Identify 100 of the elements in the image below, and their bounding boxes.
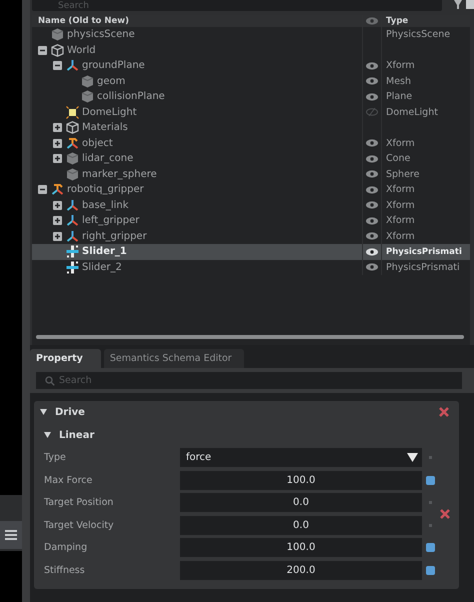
tree-row[interactable]: marker_sphere Sphere [32,166,470,182]
cube-icon [66,152,79,166]
expand-toggle-icon[interactable] [53,154,62,164]
tree-item-label: object [82,138,113,149]
eye-icon[interactable] [366,186,378,194]
changed-indicator[interactable] [426,566,434,575]
property-label: Target Position [44,497,114,508]
type-label: Xform [386,215,415,226]
eye-icon[interactable] [366,248,378,256]
tree-row[interactable]: geom Mesh [32,74,470,89]
axes-icon [66,230,79,243]
cube-outline-icon [51,44,64,57]
expand-toggle-icon[interactable] [38,185,47,194]
tree-item-label: physicsScene [67,29,135,40]
axes-icon [66,59,79,72]
cube-outline-icon [66,121,79,134]
remove-icon[interactable] [439,407,449,417]
expand-toggle-icon[interactable] [53,216,62,226]
slider-joint-icon [66,245,79,258]
axes-icon [66,214,79,228]
tree-item-label: Slider_2 [82,262,122,273]
type-dropdown[interactable]: force [180,448,422,468]
dropdown-arrow-icon [407,453,418,462]
search-placeholder: Search [59,375,92,386]
tree-item-label: Slider_1 [82,246,127,258]
cube-icon [81,74,94,88]
type-label: Xform [386,200,415,211]
tree-item-label: marker_sphere [82,168,157,180]
column-header[interactable]: Name (Old to New) [32,15,363,27]
axes-icon [66,198,79,212]
tree-row[interactable]: Materials [32,120,470,136]
type-label: Xform [386,60,415,72]
tree-item-label: DomeLight [82,106,137,118]
number-field[interactable]: 100.0 [180,470,422,490]
tree-item-label: Materials [82,122,128,134]
eye-icon[interactable] [366,92,378,101]
tab[interactable]: Semantics Schema Editor [104,349,244,368]
tree-row[interactable]: lidar_cone Cone [32,151,470,166]
viewport-panel [0,551,22,602]
changed-indicator[interactable] [426,476,434,485]
slider-joint-icon [66,260,79,274]
tree-row[interactable]: Slider_2 PhysicsPrismati [32,260,470,275]
axes-icon [51,183,64,196]
filter-icon[interactable] [452,0,474,9]
tab[interactable]: Property [30,349,101,368]
tree-row[interactable]: collisionPlane Plane [32,89,470,104]
scrollbar-thumb[interactable] [36,335,464,339]
tree-item-label: collisionPlane [97,91,165,102]
collapse-triangle-icon[interactable] [40,409,47,415]
search-icon [45,376,55,386]
expand-toggle-icon[interactable] [53,138,62,148]
eye-icon[interactable] [366,201,378,210]
tree-item-label: World [67,44,96,56]
tree-row[interactable]: Slider_1 PhysicsPrismati [32,244,470,260]
property-label: Damping [44,542,88,554]
tree-item-label: geom [97,76,126,87]
expand-toggle-icon[interactable] [53,232,62,241]
expand-toggle-icon[interactable] [53,200,62,210]
type-label: PhysicsScene [386,29,450,40]
type-label: Xform [386,138,415,149]
type-label: Sphere [386,168,420,180]
axes-icon [66,136,79,150]
search-placeholder: Search [58,1,89,11]
eye-icon[interactable] [366,77,378,86]
tree-row[interactable]: physicsScene PhysicsScene [32,27,470,42]
tree-row[interactable]: World [32,42,470,58]
number-field[interactable]: 100.0 [180,538,422,558]
tree-item-label: groundPlane [82,60,145,72]
number-field[interactable]: 200.0 [180,560,422,580]
tree-item-label: robotiq_gripper [67,184,144,196]
eye-icon[interactable] [366,170,378,178]
tree-row[interactable]: left_gripper Xform [32,213,470,228]
type-label: Plane [386,91,412,102]
eye-icon[interactable] [366,263,378,272]
type-label: PhysicsPrismati [386,247,462,258]
tree-row[interactable]: groundPlane Xform [32,58,470,74]
menu-icon [5,530,17,540]
menu-button[interactable] [0,521,22,549]
tree-item-label: left_gripper [82,215,140,226]
number-field[interactable]: 0.0 [180,493,422,512]
number-field[interactable]: 0.0 [180,516,422,535]
tree-row[interactable]: object Xform [32,136,470,151]
tree-row[interactable]: DomeLight DomeLight [32,104,470,120]
changed-indicator[interactable] [426,543,434,552]
eye-icon[interactable] [366,216,378,225]
eye-icon[interactable] [366,232,378,240]
expand-toggle-icon[interactable] [53,123,62,132]
remove-icon[interactable] [440,509,450,519]
collapse-triangle-icon[interactable] [44,432,51,438]
type-label: Xform [386,184,415,196]
expand-toggle-icon[interactable] [38,46,47,55]
eye-icon[interactable] [366,154,378,163]
eye-icon[interactable] [366,139,378,148]
expand-toggle-icon[interactable] [53,61,62,70]
tree-row[interactable]: base_link Xform [32,198,470,213]
type-label: PhysicsPrismati [386,262,460,273]
eye-icon[interactable] [366,62,378,70]
type-label: Mesh [386,76,412,87]
column-header[interactable]: Type [382,16,470,26]
tree-row[interactable]: robotiq_gripper Xform [32,182,470,198]
